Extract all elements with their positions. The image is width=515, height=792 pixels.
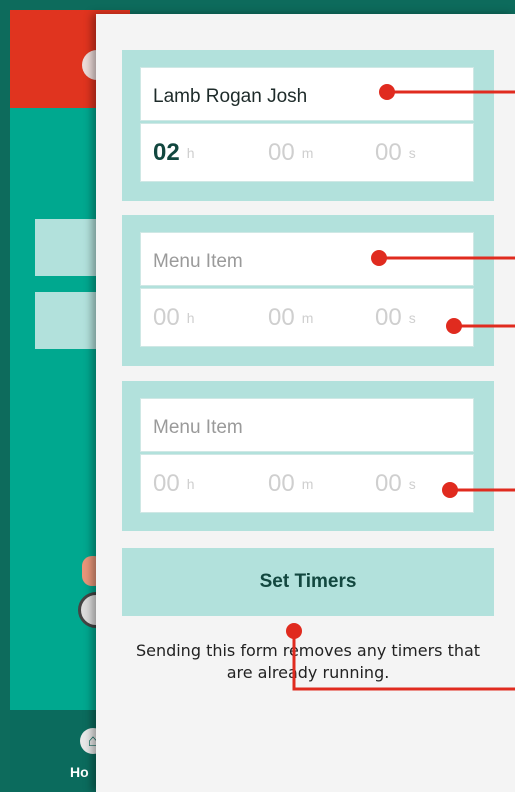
hours-unit: h xyxy=(186,475,195,492)
duration-field[interactable]: 02 h 00 m 00 s xyxy=(140,123,474,182)
hours-value: 02 xyxy=(153,138,180,166)
hours-value: 00 xyxy=(153,469,180,497)
minutes-unit: m xyxy=(301,144,314,161)
minutes-field[interactable]: 00 m xyxy=(268,289,313,346)
menu-item-name-placeholder: Menu Item xyxy=(153,417,243,438)
seconds-value: 00 xyxy=(375,138,402,166)
minutes-unit: m xyxy=(301,475,314,492)
hours-field[interactable]: 02 h xyxy=(153,124,195,181)
timer-item-3: Menu Item 00 h 00 m 00 s xyxy=(122,381,494,531)
minutes-value: 00 xyxy=(268,303,295,331)
menu-item-name-field[interactable]: Lamb Rogan Josh xyxy=(140,67,474,121)
timer-item-2: Menu Item 00 h 00 m 00 s xyxy=(122,215,494,366)
seconds-field[interactable]: 00 s xyxy=(375,124,416,181)
seconds-unit: s xyxy=(408,475,416,492)
seconds-value: 00 xyxy=(375,303,402,331)
seconds-unit: s xyxy=(408,144,416,161)
minutes-value: 00 xyxy=(268,138,295,166)
timer-item-1: Lamb Rogan Josh 02 h 00 m 00 s xyxy=(122,50,494,201)
duration-field[interactable]: 00 h 00 m 00 s xyxy=(140,454,474,513)
menu-item-name-field[interactable]: Menu Item xyxy=(140,232,474,286)
seconds-field[interactable]: 00 s xyxy=(375,455,416,512)
hours-unit: h xyxy=(186,309,195,326)
minutes-field[interactable]: 00 m xyxy=(268,124,313,181)
hours-unit: h xyxy=(186,144,195,161)
seconds-unit: s xyxy=(408,309,416,326)
minutes-unit: m xyxy=(301,309,314,326)
seconds-field[interactable]: 00 s xyxy=(375,289,416,346)
minutes-value: 00 xyxy=(268,469,295,497)
menu-item-name-field[interactable]: Menu Item xyxy=(140,398,474,452)
form-note: Sending this form removes any timers tha… xyxy=(135,641,481,682)
seconds-value: 00 xyxy=(375,469,402,497)
hours-value: 00 xyxy=(153,303,180,331)
hours-field[interactable]: 00 h xyxy=(153,289,195,346)
duration-field[interactable]: 00 h 00 m 00 s xyxy=(140,288,474,347)
app-frame xyxy=(0,0,10,792)
menu-item-name: Lamb Rogan Josh xyxy=(153,86,308,107)
set-timers-button[interactable]: Set Timers xyxy=(122,548,494,616)
minutes-field[interactable]: 00 m xyxy=(268,455,313,512)
hours-field[interactable]: 00 h xyxy=(153,455,195,512)
menu-item-name-placeholder: Menu Item xyxy=(153,251,243,272)
